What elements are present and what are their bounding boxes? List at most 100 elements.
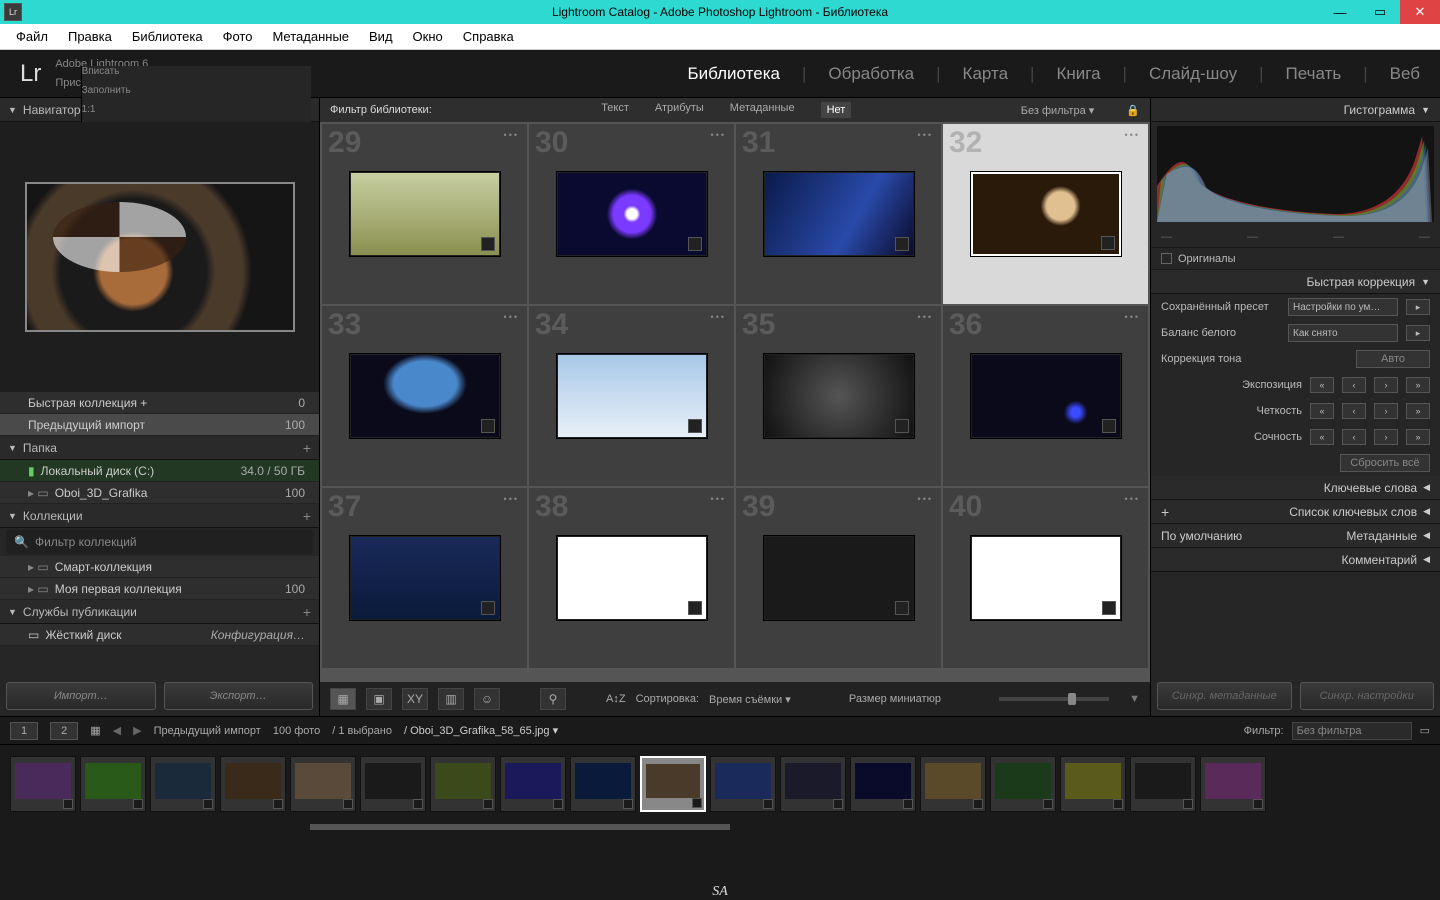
module-0[interactable]: Библиотека <box>688 64 780 84</box>
publish-header[interactable]: ▼ Службы публикации + <box>0 600 319 624</box>
filmstrip-cell[interactable] <box>1060 756 1126 812</box>
module-6[interactable]: Веб <box>1390 64 1420 84</box>
filmstrip-cell[interactable] <box>430 756 496 812</box>
filmstrip-cell[interactable] <box>920 756 986 812</box>
catalog-row[interactable]: Предыдущий импорт100 <box>0 414 319 436</box>
disclosure-icon[interactable]: ▸ <box>1406 299 1430 315</box>
filter-option[interactable]: Атрибуты <box>655 102 704 118</box>
filmstrip[interactable] <box>0 744 1440 822</box>
filmstrip-cell[interactable] <box>640 756 706 812</box>
sort-icon[interactable]: A↕Z <box>606 693 626 705</box>
filter-option[interactable]: Текст <box>601 102 629 118</box>
main-window-button[interactable]: 1 <box>10 722 38 740</box>
sync-metadata-button[interactable]: Синхр. метаданные <box>1157 682 1292 710</box>
filmstrip-cell[interactable] <box>500 756 566 812</box>
menu-справка[interactable]: Справка <box>453 29 524 44</box>
menu-метаданные[interactable]: Метаданные <box>262 29 359 44</box>
keywords-header[interactable]: Ключевые слова◀ <box>1151 476 1440 500</box>
histogram[interactable] <box>1157 126 1434 222</box>
filmstrip-scrollbar[interactable] <box>0 822 1440 832</box>
module-1[interactable]: Обработка <box>828 64 914 84</box>
menu-окно[interactable]: Окно <box>403 29 453 44</box>
menu-фото[interactable]: Фото <box>213 29 263 44</box>
publish-harddrive-row[interactable]: ▭ Жёсткий диск Конфигурация… <box>0 624 319 646</box>
current-file-path[interactable]: / Oboi_3D_Grafika_58_65.jpg ▾ <box>404 724 558 737</box>
filmstrip-cell[interactable] <box>150 756 216 812</box>
menu-правка[interactable]: Правка <box>58 29 122 44</box>
second-window-button[interactable]: 2 <box>50 722 78 740</box>
grid-cell-36[interactable]: 36••• <box>943 306 1148 486</box>
metadata-header[interactable]: По умолчанию Метаданные◀ <box>1151 524 1440 548</box>
painter-icon[interactable]: ⚲ <box>540 688 566 710</box>
filter-lock-icon[interactable]: ▭ <box>1420 724 1430 737</box>
filmstrip-cell[interactable] <box>1130 756 1196 812</box>
grid-cell-35[interactable]: 35••• <box>736 306 941 486</box>
toolbar-menu-icon[interactable]: ▼ <box>1129 693 1140 705</box>
disclosure-icon[interactable]: ▸ <box>1406 325 1430 341</box>
filter-option[interactable]: Метаданные <box>730 102 795 118</box>
folder-row[interactable]: ▸ ▭ Oboi_3D_Grafika 100 <box>0 482 319 504</box>
navigator-header[interactable]: ▼ Навигатор ВписатьЗаполнить1:13:1▸ <box>0 98 319 122</box>
survey-view-icon[interactable]: ▥ <box>438 688 464 710</box>
module-3[interactable]: Книга <box>1056 64 1100 84</box>
step-down[interactable]: ‹ <box>1342 377 1366 393</box>
filmstrip-cell[interactable] <box>1200 756 1266 812</box>
filmstrip-cell[interactable] <box>710 756 776 812</box>
grid-cell-37[interactable]: 37••• <box>322 488 527 668</box>
wb-dropdown[interactable]: Как снято <box>1288 324 1398 342</box>
filter-preset-dropdown[interactable]: Без фильтра ▾ <box>1021 104 1095 117</box>
volume-row[interactable]: ▮ Локальный диск (C:) 34.0 / 50 ГБ <box>0 460 319 482</box>
module-5[interactable]: Печать <box>1286 64 1342 84</box>
export-button[interactable]: Экспорт… <box>164 682 314 710</box>
reset-all-button[interactable]: Сбросить всё <box>1340 454 1430 472</box>
filmstrip-cell[interactable] <box>290 756 356 812</box>
menu-вид[interactable]: Вид <box>359 29 403 44</box>
grid-cell-39[interactable]: 39••• <box>736 488 941 668</box>
add-collection-icon[interactable]: + <box>303 508 311 524</box>
grid-cell-40[interactable]: 40••• <box>943 488 1148 668</box>
originals-checkbox-row[interactable]: Оригиналы <box>1151 248 1440 270</box>
keyword-list-header[interactable]: + Список ключевых слов◀ <box>1151 500 1440 524</box>
grid-view-icon[interactable]: ▦ <box>330 688 356 710</box>
sort-dropdown[interactable]: Время съёмки ▾ <box>709 693 791 706</box>
breadcrumb[interactable]: Предыдущий импорт <box>154 725 261 737</box>
grid-cell-34[interactable]: 34••• <box>529 306 734 486</box>
collection-row[interactable]: ▸ ▭Смарт-коллекция <box>0 556 319 578</box>
navigator-preview[interactable] <box>0 122 319 392</box>
collection-row[interactable]: ▸ ▭Моя первая коллекция100 <box>0 578 319 600</box>
add-publish-icon[interactable]: + <box>303 604 311 620</box>
collections-header[interactable]: ▼ Коллекции + <box>0 504 319 528</box>
filmstrip-cell[interactable] <box>360 756 426 812</box>
grid-cell-30[interactable]: 30••• <box>529 124 734 304</box>
minimize-button[interactable]: — <box>1320 0 1360 24</box>
auto-tone-button[interactable]: Авто <box>1356 350 1430 368</box>
catalog-row[interactable]: Быстрая коллекция +0 <box>0 392 319 414</box>
menu-файл[interactable]: Файл <box>6 29 58 44</box>
add-keyword-icon[interactable]: + <box>1161 504 1169 520</box>
quick-develop-header[interactable]: Быстрая коррекция▼ <box>1151 270 1440 294</box>
loupe-view-icon[interactable]: ▣ <box>366 688 392 710</box>
folders-header[interactable]: ▼ Папка + <box>0 436 319 460</box>
step-up[interactable]: › <box>1374 377 1398 393</box>
grid-cell-32[interactable]: 32••• <box>943 124 1148 304</box>
nav-mode[interactable]: 1:1 <box>82 104 311 115</box>
grid-icon[interactable]: ▦ <box>90 724 100 737</box>
filmstrip-cell[interactable] <box>780 756 846 812</box>
grid-cell-31[interactable]: 31••• <box>736 124 941 304</box>
nav-fwd-icon[interactable]: ▶ <box>133 724 141 737</box>
close-button[interactable]: ✕ <box>1400 0 1440 24</box>
collection-filter-input[interactable]: 🔍 Фильтр коллекций <box>6 530 313 554</box>
filmstrip-cell[interactable] <box>990 756 1056 812</box>
module-2[interactable]: Карта <box>963 64 1009 84</box>
filmstrip-filter-dropdown[interactable]: Без фильтра <box>1292 722 1412 740</box>
nav-mode[interactable]: Вписать <box>82 66 311 77</box>
sync-settings-button[interactable]: Синхр. настройки <box>1300 682 1435 710</box>
filmstrip-cell[interactable] <box>570 756 636 812</box>
comments-header[interactable]: Комментарий◀ <box>1151 548 1440 572</box>
module-4[interactable]: Слайд-шоу <box>1149 64 1237 84</box>
histogram-header[interactable]: Гистограмма▼ <box>1151 98 1440 122</box>
grid-cell-33[interactable]: 33••• <box>322 306 527 486</box>
step-big-up[interactable]: » <box>1406 377 1430 393</box>
add-folder-icon[interactable]: + <box>303 440 311 456</box>
step-big-down[interactable]: « <box>1310 377 1334 393</box>
